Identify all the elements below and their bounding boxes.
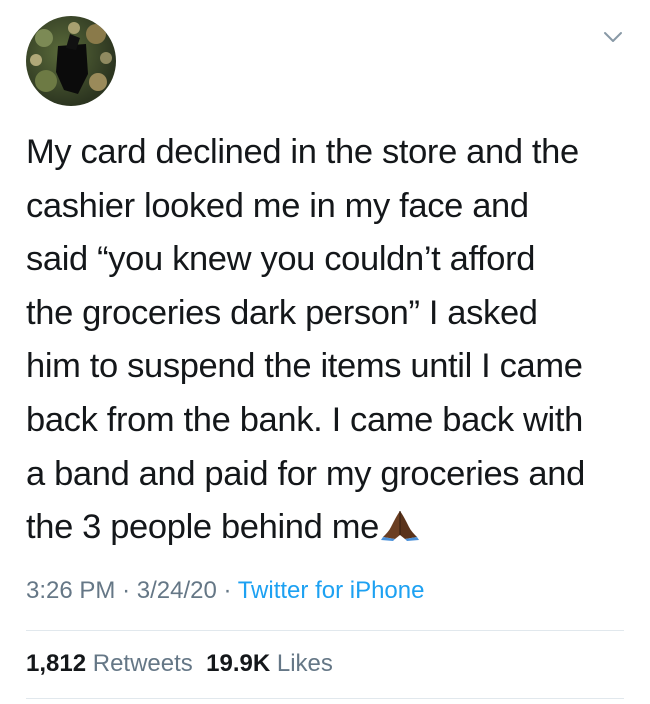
retweets-stat[interactable]: 1,812 Retweets [26,650,193,677]
meta-separator: · [223,577,232,604]
tweet-time[interactable]: 3:26 PM [26,577,115,604]
avatar[interactable] [26,16,116,106]
tweet-text-line: My card declined in the store and the [26,133,579,171]
tweet-source-link[interactable]: Twitter for iPhone [238,577,425,604]
tweet-text-line-last: the 3 people behind me [26,501,636,555]
tweet-text: My card declined in the store and the ca… [26,126,636,555]
retweets-count: 1,812 [26,650,87,677]
tweet-text-line: the groceries dark person” I asked [26,293,538,332]
likes-stat[interactable]: 19.9K Likes [206,650,333,677]
tweet-stats: 1,812 Retweets 19.9K Likes [26,650,333,678]
tweet-date[interactable]: 3/24/20 [137,577,217,604]
tweet-meta: 3:26 PM · 3/24/20 · Twitter for iPhone [26,577,424,605]
likes-count: 19.9K [206,650,271,677]
likes-label: Likes [276,650,333,677]
divider [26,698,624,699]
tweet-text-line: the 3 people behind me [26,508,379,547]
retweets-label: Retweets [92,650,193,677]
chevron-down-icon[interactable] [603,30,623,44]
folded-hands-emoji [380,511,419,542]
tweet-text-line: back from the bank. I came back with [26,400,583,439]
tweet-text-line: cashier looked me in my face and [26,186,529,225]
tweet-text-line: a band and paid for my groceries and [26,454,585,493]
divider [26,630,624,631]
tweet-text-line: said “you knew you couldn’t afford [26,240,536,279]
tweet-text-line: him to suspend the items until I came [26,347,583,386]
meta-separator: · [122,577,131,604]
